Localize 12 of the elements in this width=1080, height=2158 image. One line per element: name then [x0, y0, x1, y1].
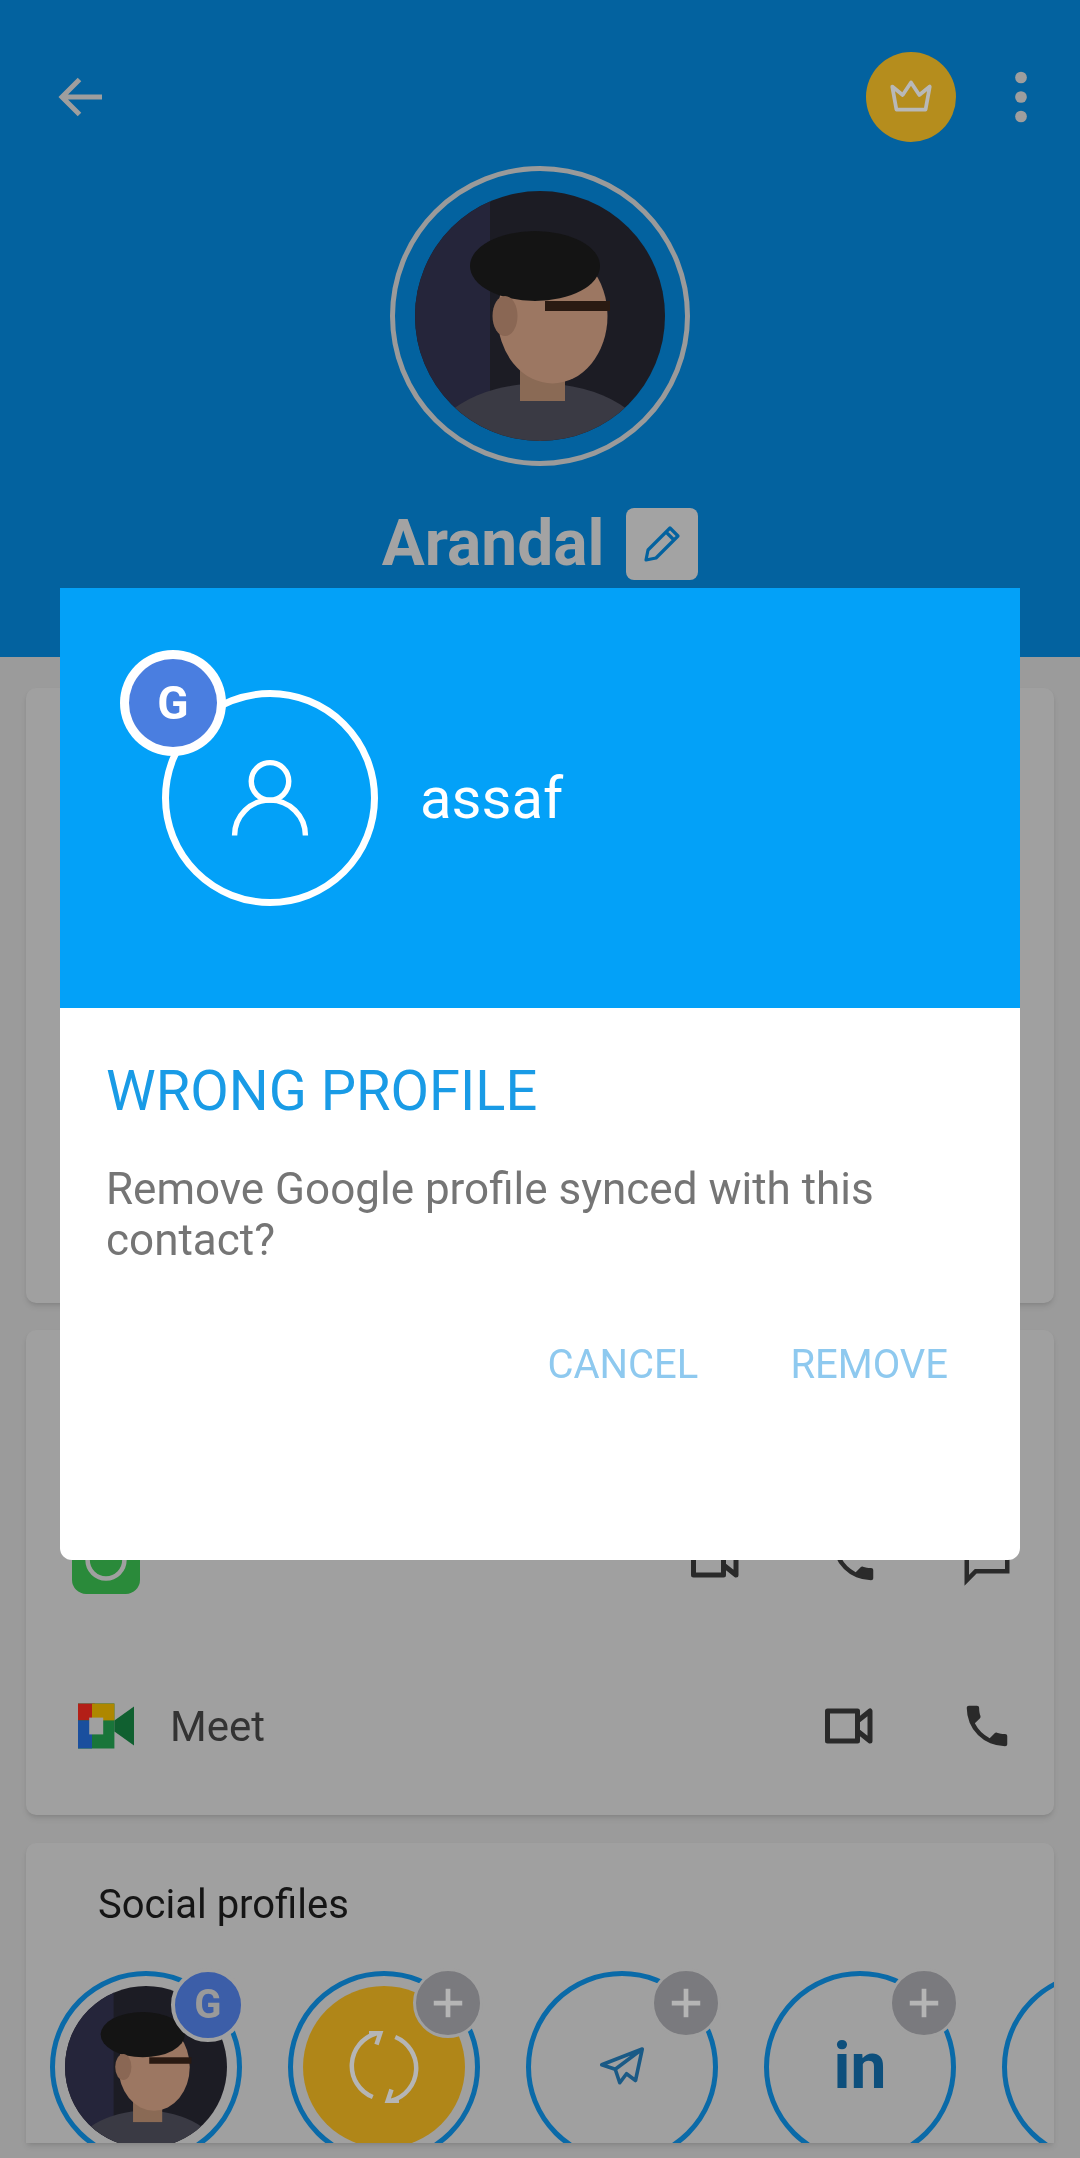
section-title: Social profiles: [97, 1880, 350, 1930]
social-profile-button[interactable]: in: [764, 1971, 956, 2143]
social-profile-button[interactable]: G: [50, 1971, 242, 2143]
badge-letter: G: [157, 674, 189, 732]
dialog-button[interactable]: REMOVE: [784, 1325, 954, 1406]
account-name: assaf: [420, 762, 564, 834]
contact-name: Arandal: [381, 512, 605, 576]
dialog-button[interactable]: CANCEL: [541, 1325, 705, 1406]
app-name: Meet: [170, 1700, 266, 1753]
dialog-title: WRONG PROFILE: [106, 1057, 539, 1126]
dialog-message: Remove Google profile synced with this contact?: [106, 1164, 875, 1266]
linkedin-logo: in: [833, 2028, 887, 2106]
